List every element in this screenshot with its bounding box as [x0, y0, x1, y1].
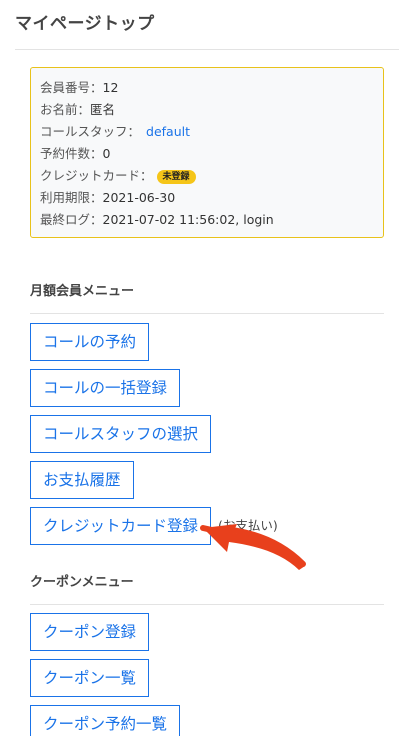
call-staff-select-button[interactable]: コールスタッフの選択	[30, 415, 212, 453]
expiry-row: 利用期限：2021-06-30	[40, 187, 383, 209]
coupon-registration-button[interactable]: クーポン登録	[30, 613, 150, 651]
status-badge: 未登録	[156, 170, 196, 184]
member-info-box: 会員番号：12 お名前：匿名 コールスタッフ： default 予約件数：0 クレ…	[30, 67, 384, 238]
expiry-value: 2021-06-30	[102, 190, 176, 205]
coupon-list-button[interactable]: クーポン一覧	[30, 659, 150, 697]
name-label: お名前：	[40, 102, 91, 117]
credit-card-label: クレジットカード：	[40, 168, 153, 183]
payment-history-button[interactable]: お支払履歴	[30, 461, 134, 499]
call-staff-link[interactable]: default	[146, 124, 190, 139]
coupon-menu-title: クーポンメニュー	[30, 575, 134, 590]
name-value: 匿名	[90, 102, 116, 117]
payment-note: (お支払い)	[218, 518, 278, 533]
name-row: お名前：匿名	[40, 99, 383, 121]
member-number-row: 会員番号：12	[40, 77, 383, 99]
title-divider	[15, 49, 399, 50]
expiry-label: 利用期限：	[40, 190, 103, 205]
last-log-value: 2021-07-02 11:56:02, login	[102, 212, 274, 227]
coupon-reservation-list-button[interactable]: クーポン予約一覧	[30, 705, 181, 736]
credit-card-registration-button[interactable]: クレジットカード登録	[30, 507, 212, 545]
reservations-value: 0	[102, 146, 111, 161]
credit-card-row: クレジットカード： 未登録	[40, 165, 383, 187]
red-arrow-icon	[200, 524, 306, 570]
monthly-menu-divider	[30, 313, 384, 314]
call-reservation-button[interactable]: コールの予約	[30, 323, 150, 361]
last-log-row: 最終ログ：2021-07-02 11:56:02, login	[40, 209, 383, 231]
monthly-menu-title: 月額会員メニュー	[30, 284, 135, 299]
call-staff-row: コールスタッフ： default	[40, 121, 383, 143]
last-log-label: 最終ログ：	[40, 212, 103, 227]
member-number-label: 会員番号：	[40, 80, 103, 95]
bulk-call-registration-button[interactable]: コールの一括登録	[30, 369, 181, 407]
call-staff-label: コールスタッフ：	[40, 124, 141, 139]
reservations-label: 予約件数：	[40, 146, 103, 161]
page-title: マイページトップ	[15, 14, 155, 34]
coupon-menu-divider	[30, 604, 384, 605]
member-number-value: 12	[102, 80, 119, 95]
reservations-row: 予約件数：0	[40, 143, 383, 165]
